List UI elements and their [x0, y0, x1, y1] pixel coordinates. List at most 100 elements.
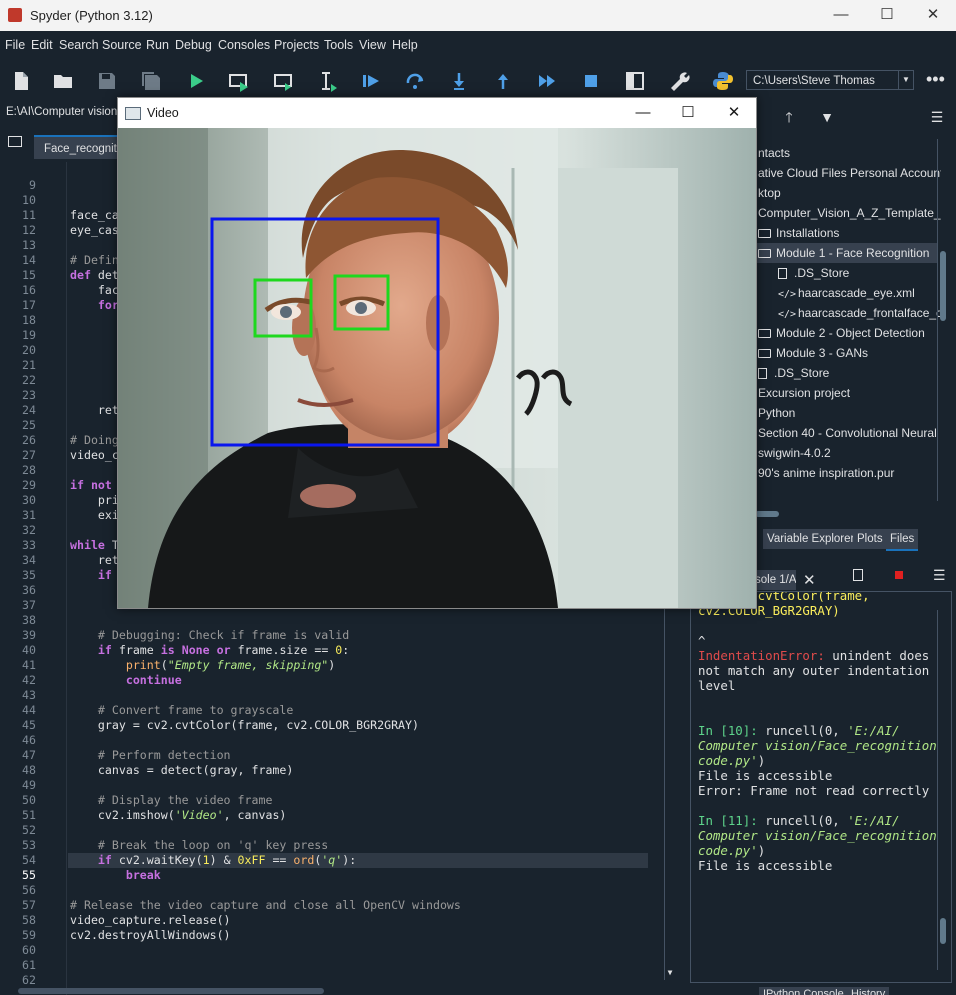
open-file-icon[interactable] [52, 70, 74, 92]
menu-view[interactable]: View [359, 38, 386, 52]
video-close-button[interactable]: ✕ [714, 102, 754, 124]
maximize-button[interactable]: ☐ [864, 4, 910, 28]
file-tree-item[interactable]: Module 1 - Face Recognition [755, 243, 938, 263]
video-window[interactable]: Video — ☐ ✕ [117, 97, 757, 609]
continue-icon[interactable] [536, 70, 558, 92]
menu-run[interactable]: Run [146, 38, 169, 52]
scrollbar-thumb[interactable] [940, 251, 946, 321]
menu-consoles[interactable]: Consoles [218, 38, 270, 52]
tab-variable-explorer[interactable]: Variable Explorer [763, 529, 859, 549]
file-tree-item[interactable]: Computer_Vision_A_Z_Template_F [755, 203, 941, 223]
file-tree-item[interactable]: Section 40 - Convolutional Neural [755, 423, 938, 443]
file-tree-item[interactable]: </> haarcascade_frontalface_d [755, 303, 941, 323]
file-tree-item[interactable]: Module 3 - GANs [755, 343, 938, 363]
file-icon [778, 268, 787, 279]
tab-plots[interactable]: Plots [853, 529, 887, 549]
scrollbar-thumb[interactable] [755, 511, 779, 517]
scroll-down-icon[interactable]: ▼ [665, 968, 675, 980]
tab-history[interactable]: History [847, 987, 890, 995]
console-output-line: File is accessible [698, 858, 833, 873]
tab-ipython-console[interactable]: IPython Console [759, 987, 848, 995]
interrupt-kernel-icon[interactable] [895, 571, 903, 579]
console-menu-icon[interactable]: ☰ [933, 567, 946, 584]
tab-console[interactable]: sole 1/A [755, 570, 796, 590]
save-all-icon[interactable] [140, 70, 162, 92]
step-over-icon[interactable] [404, 70, 426, 92]
file-tree-item[interactable]: Installations [755, 223, 938, 243]
menu-file[interactable]: File [5, 38, 25, 52]
file-tree-vertical-scrollbar[interactable] [937, 139, 948, 501]
code-line: # Display the video frame [70, 793, 273, 807]
maximize-pane-icon[interactable] [624, 70, 646, 92]
tab-files[interactable]: Files [886, 529, 919, 551]
line-number: 39 [22, 628, 36, 642]
save-icon[interactable] [96, 70, 118, 92]
error-name: IndentationError: [698, 648, 825, 663]
chevron-down-icon[interactable]: ▼ [898, 71, 913, 89]
line-number: 56 [22, 883, 36, 897]
browse-tabs-icon[interactable] [8, 136, 22, 147]
file-tree-label: .DS_Store [794, 266, 850, 280]
more-options-icon[interactable]: ••• [926, 70, 948, 92]
menu-help[interactable]: Help [392, 38, 418, 52]
parent-directory-icon[interactable]: 🡑 [781, 109, 797, 125]
video-window-title: Video [147, 106, 179, 120]
input-code: runcell(0, [757, 723, 848, 738]
code-line: ret [70, 403, 119, 417]
minimize-button[interactable]: — [818, 4, 864, 28]
line-number-gutter: 9 10 11 12 13 14 15 16 17 18 19 20 21 22 23 24 25 26 27 28 2… [0, 162, 67, 995]
file-tree-item[interactable]: ative Cloud Files Personal Account [755, 163, 941, 183]
file-tree-horizontal-scrollbar[interactable] [755, 509, 939, 519]
file-tree-label: haarcascade_frontalface_d [798, 306, 941, 320]
tab-face-recognition[interactable]: Face_recognition [34, 135, 118, 159]
file-tree-item[interactable]: ntacts [755, 143, 938, 163]
step-into-icon[interactable] [448, 70, 470, 92]
file-tree-item[interactable]: .DS_Store [755, 263, 941, 283]
menu-source[interactable]: Source [102, 38, 142, 52]
working-directory-combo[interactable]: C:\Users\Steve Thomas ▼ [746, 70, 914, 90]
menu-debug[interactable]: Debug [175, 38, 212, 52]
file-tree-item[interactable]: </> haarcascade_eye.xml [755, 283, 941, 303]
video-maximize-button[interactable]: ☐ [668, 102, 708, 124]
console-vertical-scrollbar[interactable] [937, 610, 948, 970]
scrollbar-thumb[interactable] [940, 918, 946, 944]
folder-icon [758, 349, 771, 358]
close-console-icon[interactable]: ✕ [803, 571, 816, 589]
stop-icon[interactable] [580, 70, 602, 92]
code-line: for [97, 298, 119, 312]
video-minimize-button[interactable]: — [623, 102, 663, 124]
file-tree-item[interactable]: .DS_Store [755, 363, 938, 383]
run-cell-advance-icon[interactable] [273, 70, 295, 92]
file-tree-item[interactable]: Module 2 - Object Detection [755, 323, 938, 343]
file-tree-item[interactable]: swigwin-4.0.2 [755, 443, 938, 463]
file-tree-label: 90's anime inspiration.pur [758, 466, 895, 480]
run-cell-icon[interactable] [228, 70, 250, 92]
working-directory-value: C:\Users\Steve Thomas [753, 75, 875, 87]
run-icon[interactable] [185, 70, 207, 92]
python-path-icon[interactable] [712, 70, 734, 92]
clear-console-icon[interactable] [853, 569, 863, 581]
menu-tools[interactable]: Tools [324, 38, 353, 52]
menu-edit[interactable]: Edit [31, 38, 53, 52]
video-frame [118, 128, 756, 608]
new-file-icon[interactable] [10, 70, 32, 92]
file-tree-item[interactable]: Python [755, 403, 938, 423]
menu-search[interactable]: Search [59, 38, 99, 52]
code-line: # Perform detection [70, 748, 231, 762]
debug-icon[interactable] [360, 70, 382, 92]
run-selection-icon[interactable] [318, 70, 340, 92]
code-line: # Break the loop on 'q' key press [70, 838, 329, 852]
input-string: 'E:/AI/ [847, 813, 900, 828]
filter-icon[interactable]: ▼ [819, 109, 835, 125]
close-button[interactable]: ✕ [910, 4, 956, 28]
menu-projects[interactable]: Projects [274, 38, 319, 52]
ipython-console[interactable]: cv2.cvtColor(frame, cv2.COLOR_BGR2GRAY) … [690, 591, 952, 983]
step-out-icon[interactable] [492, 70, 514, 92]
file-tree-item[interactable]: 90's anime inspiration.pur [755, 463, 938, 483]
file-tree-item[interactable]: Excursion project [755, 383, 938, 403]
editor-horizontal-scrollbar[interactable] [18, 988, 324, 994]
console-output-line: File is accessible [698, 768, 833, 783]
preferences-wrench-icon[interactable] [668, 70, 690, 92]
file-tree-item[interactable]: ktop [755, 183, 938, 203]
pane-menu-icon[interactable]: ☰ [929, 109, 945, 125]
